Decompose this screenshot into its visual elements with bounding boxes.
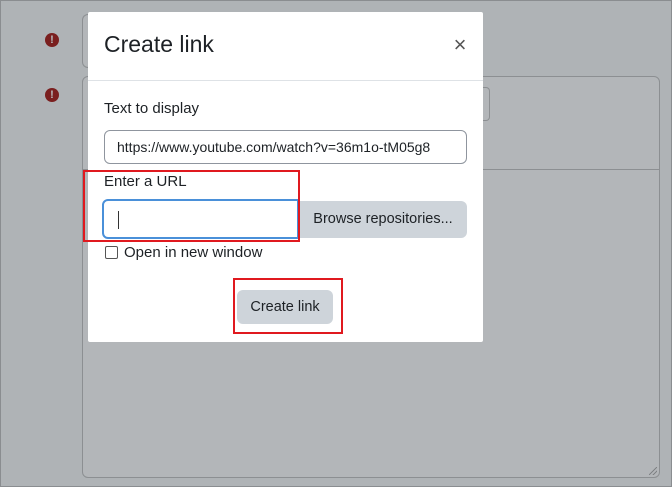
dialog-header: Create link × [88, 12, 483, 81]
create-button-highlight [233, 278, 343, 334]
text-to-display-input[interactable]: https://www.youtube.com/watch?v=36m1o-tM… [104, 130, 467, 164]
exclamation-circle-icon: ! [45, 88, 59, 102]
open-in-new-window-label[interactable]: Open in new window [124, 244, 262, 261]
browse-repositories-button[interactable]: Browse repositories... [299, 201, 467, 238]
close-icon[interactable]: × [451, 34, 469, 56]
dialog-title: Create link [104, 31, 214, 57]
exclamation-circle-icon: ! [45, 33, 59, 47]
open-in-new-window-checkbox[interactable] [105, 246, 118, 259]
url-field-highlight [83, 170, 300, 242]
resize-handle-icon [649, 467, 657, 475]
text-to-display-label: Text to display [104, 100, 200, 117]
